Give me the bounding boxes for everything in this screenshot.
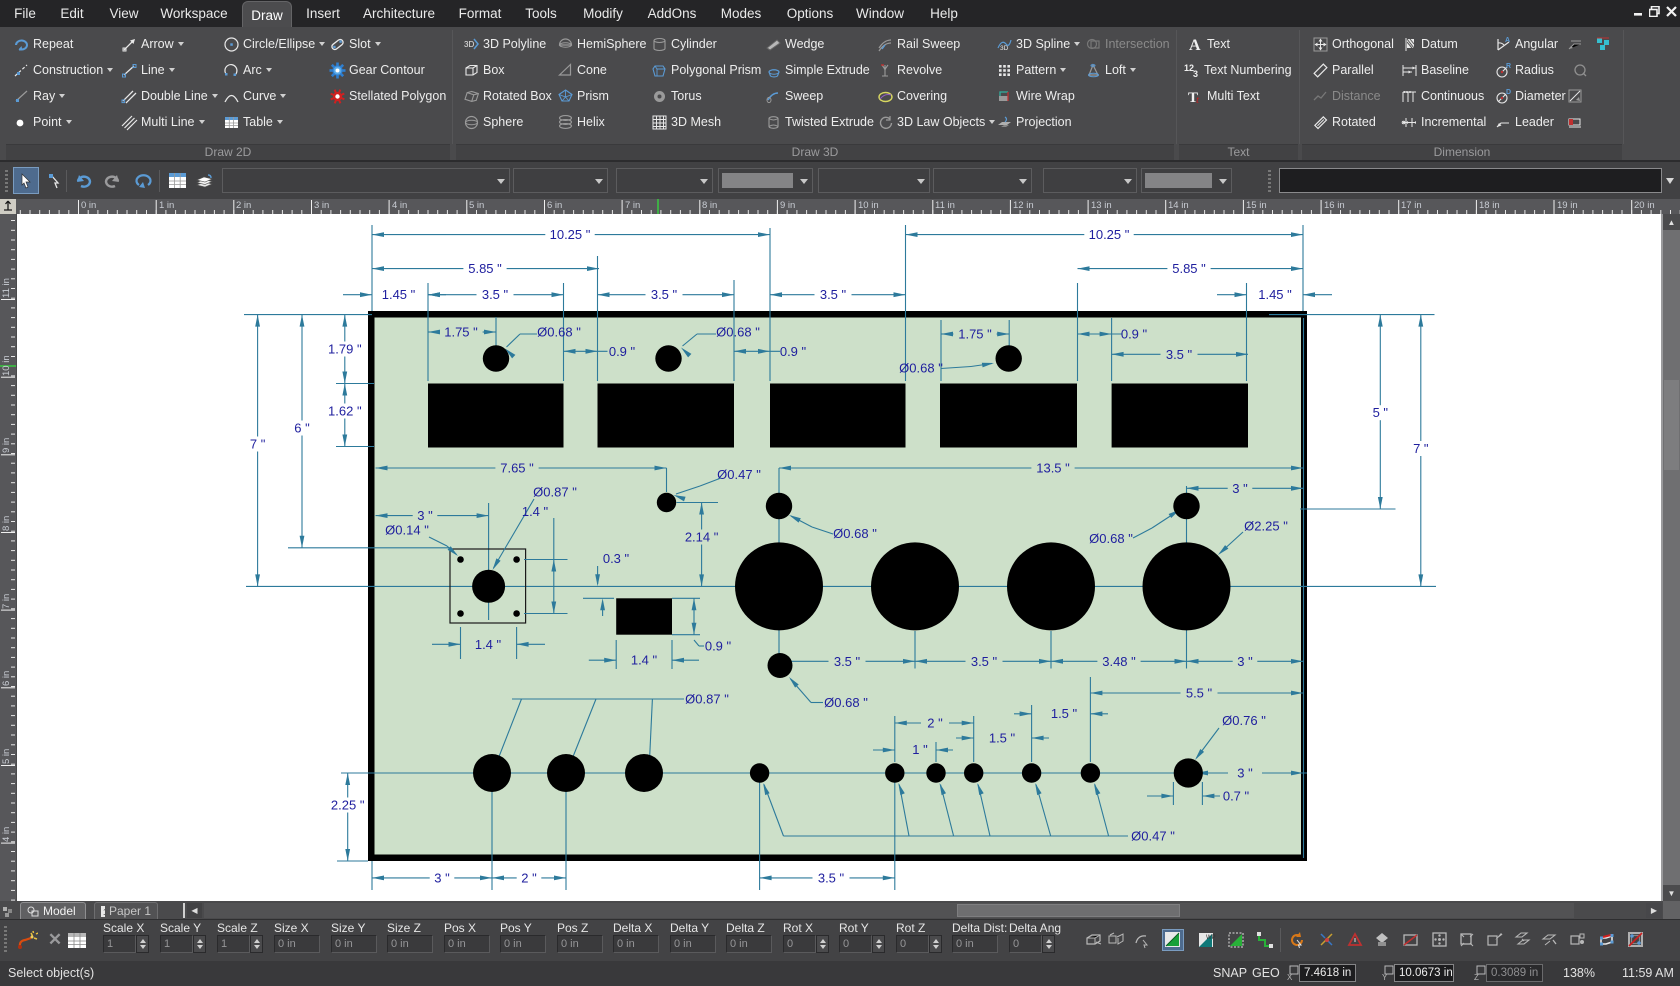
svg-text:Z: Z [1474, 973, 1479, 981]
svg-text:Ø0.68 ": Ø0.68 " [1089, 531, 1133, 546]
svg-text:1.4 ": 1.4 " [475, 637, 502, 652]
svg-text:7 ": 7 " [1413, 441, 1429, 456]
svg-text:Ø0.68 ": Ø0.68 " [716, 325, 760, 340]
svg-text:5 ": 5 " [1373, 405, 1389, 420]
svg-text:3 ": 3 " [1237, 766, 1253, 781]
svg-text:5.5 ": 5.5 " [1186, 686, 1213, 701]
svg-text:A: A [1189, 37, 1201, 53]
svg-text:0.9 ": 0.9 " [780, 344, 807, 359]
svg-text:3.48 ": 3.48 " [1102, 654, 1136, 669]
svg-text:3.5 ": 3.5 " [834, 654, 861, 669]
svg-text:Ø0.68 ": Ø0.68 " [833, 526, 877, 541]
svg-text:3.5 ": 3.5 " [820, 287, 847, 302]
svg-text:Ø2.25 ": Ø2.25 " [1244, 519, 1288, 534]
svg-text:3 ": 3 " [417, 508, 433, 523]
svg-text:7.65 ": 7.65 " [500, 461, 534, 476]
svg-text:A: A [1505, 37, 1510, 44]
svg-text:Ø0.87 ": Ø0.87 " [533, 485, 577, 500]
svg-text:10.25 ": 10.25 " [550, 227, 591, 242]
svg-text:Ø0.47 ": Ø0.47 " [1131, 829, 1175, 844]
svg-text:t: t [1196, 94, 1200, 105]
svg-text:Ø0.76 ": Ø0.76 " [1222, 713, 1266, 728]
svg-text:1.4 ": 1.4 " [522, 504, 549, 519]
svg-text:3D: 3D [464, 40, 474, 49]
svg-text:0.3 ": 0.3 " [603, 551, 630, 566]
svg-text:1 ": 1 " [912, 742, 928, 757]
svg-text:5.85 ": 5.85 " [468, 261, 502, 276]
svg-text:3: 3 [1193, 69, 1198, 79]
svg-text:3 ": 3 " [1232, 481, 1248, 496]
svg-text:10.25 ": 10.25 " [1089, 227, 1130, 242]
svg-text:5.85 ": 5.85 " [1172, 261, 1206, 276]
svg-text:0.9 ": 0.9 " [705, 639, 732, 654]
svg-text:1.75 ": 1.75 " [444, 325, 478, 340]
svg-text:2 ": 2 " [521, 870, 537, 885]
svg-text:3.5 ": 3.5 " [971, 654, 998, 669]
svg-text:3.5 ": 3.5 " [818, 870, 845, 885]
svg-text:1.5 ": 1.5 " [1051, 706, 1078, 721]
svg-text:0.9 ": 0.9 " [1121, 327, 1148, 342]
svg-text:7 ": 7 " [250, 437, 266, 452]
svg-text:Ø0.68 ": Ø0.68 " [824, 695, 868, 710]
svg-text:R: R [1506, 63, 1511, 70]
svg-text:1.4 ": 1.4 " [631, 653, 658, 668]
svg-text:0.7 ": 0.7 " [1223, 789, 1250, 804]
svg-text:3.5 ": 3.5 " [482, 287, 509, 302]
svg-text:Ø0.68 ": Ø0.68 " [899, 361, 943, 376]
svg-text:2.25 ": 2.25 " [331, 798, 365, 813]
svg-text:2.14 ": 2.14 " [685, 530, 719, 545]
svg-text:1.75 ": 1.75 " [958, 327, 992, 342]
svg-text:6 ": 6 " [294, 421, 310, 436]
svg-text:Ø0.47 ": Ø0.47 " [717, 467, 761, 482]
svg-text:1.45 ": 1.45 " [1258, 287, 1292, 302]
svg-text:3 ": 3 " [434, 870, 450, 885]
svg-text:Ø0.87 ": Ø0.87 " [685, 692, 729, 707]
svg-text:2 ": 2 " [927, 716, 943, 731]
svg-text:1.45 ": 1.45 " [382, 287, 416, 302]
svg-text:X: X [1287, 973, 1293, 981]
svg-text:3.5 ": 3.5 " [651, 287, 678, 302]
svg-text:0.9 ": 0.9 " [609, 344, 636, 359]
svg-text:13.5 ": 13.5 " [1036, 461, 1070, 476]
svg-text:Ø0.14 ": Ø0.14 " [385, 523, 429, 538]
svg-text:3 ": 3 " [1237, 654, 1253, 669]
svg-text:3D: 3D [1000, 45, 1009, 52]
svg-text:1.62 ": 1.62 " [328, 404, 362, 419]
svg-text:Y: Y [1382, 973, 1388, 981]
svg-text:1: 1 [103, 908, 105, 917]
svg-text:WP: WP [1206, 935, 1216, 941]
svg-text:3.5 ": 3.5 " [1166, 347, 1193, 362]
svg-text:Ø0.68 ": Ø0.68 " [537, 325, 581, 340]
svg-text:1.5 ": 1.5 " [989, 731, 1016, 746]
svg-text:1.79 ": 1.79 " [328, 342, 362, 357]
svg-text:D: D [1506, 89, 1511, 96]
